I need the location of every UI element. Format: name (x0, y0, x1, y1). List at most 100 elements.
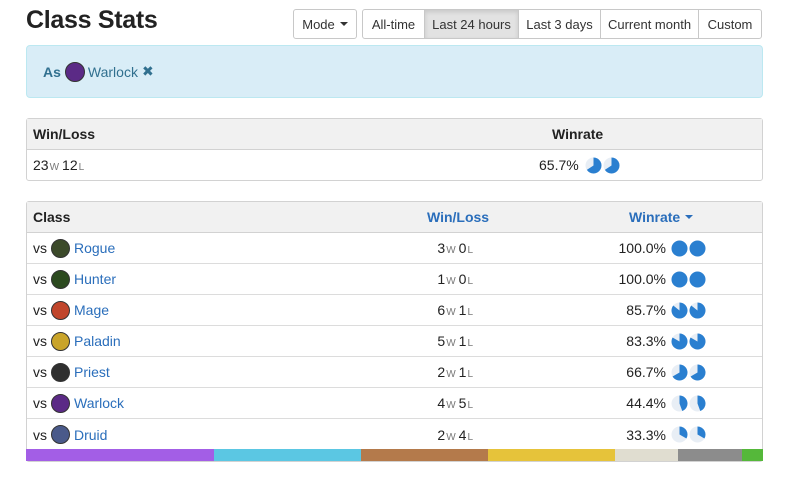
summary-row: 23W 12L 65.7% (27, 150, 762, 180)
distribution-segment (361, 449, 489, 461)
druid-icon (51, 425, 70, 444)
rogue-icon (51, 239, 70, 258)
winloss-cell: 2W 4L (437, 426, 473, 443)
pie-icon (689, 426, 706, 443)
custom-button[interactable]: Custom (698, 9, 762, 39)
priest-icon (51, 363, 70, 382)
remove-filter-icon[interactable]: ✖ (142, 63, 154, 80)
winloss-cell: 3W 0L (437, 240, 473, 256)
pie-icon (671, 426, 688, 443)
vs-label: vs (33, 240, 47, 256)
table-row: vs Rogue 3W 0L 100.0% (27, 233, 762, 264)
last-3-days-button[interactable]: Last 3 days (518, 9, 601, 39)
class-link[interactable]: Priest (74, 364, 110, 380)
summary-winrate: 65.7% (539, 157, 579, 173)
pie-icon (689, 364, 706, 381)
pie-icon (689, 240, 706, 257)
pie-icon (671, 333, 688, 350)
distribution-segment (488, 449, 615, 461)
winrate-pie-icons (671, 333, 706, 350)
vs-label: vs (33, 426, 47, 443)
winloss-cell: 6W 1L (437, 302, 473, 318)
winrate-pie-icons (671, 302, 706, 319)
winloss-cell: 4W 5L (437, 395, 473, 411)
vs-label: vs (33, 395, 47, 411)
paladin-icon (51, 332, 70, 351)
class-table: Class Win/Loss Winrate vs Rogue 3W 0L 100.0%… (26, 201, 763, 462)
pie-icon (671, 240, 688, 257)
winrate-pie-icons (671, 271, 706, 288)
distribution-segment (741, 449, 763, 461)
class-link[interactable]: Mage (74, 302, 109, 318)
pie-icon (671, 364, 688, 381)
table-row: vs Warlock 4W 5L 44.4% (27, 388, 762, 419)
table-row: vs Paladin 5W 1L 83.3% (27, 326, 762, 357)
winrate-pie-icons (671, 395, 706, 412)
vs-label: vs (33, 271, 47, 287)
mode-dropdown-button[interactable]: Mode (293, 9, 357, 39)
distribution-segment (26, 449, 214, 461)
winrate-cell: 100.0% (618, 240, 666, 256)
distribution-segment (614, 449, 679, 461)
table-row: vs Priest 2W 1L 66.7% (27, 357, 762, 388)
summary-panel: Win/Loss Winrate 23W 12L 65.7% (26, 118, 763, 181)
class-link[interactable]: Paladin (74, 333, 121, 349)
pie-icon (689, 302, 706, 319)
winrate-column-header[interactable]: Winrate (629, 209, 694, 225)
page-title: Class Stats (26, 6, 158, 34)
time-range-group: All-time Last 24 hours Last 3 days Curre… (362, 9, 762, 39)
winrate-pie-icons (671, 364, 706, 381)
winloss-cell: 1W 0L (437, 271, 473, 287)
class-column-header: Class (33, 209, 71, 225)
vs-label: vs (33, 364, 47, 380)
winrate-cell: 66.7% (626, 364, 666, 380)
all-time-button[interactable]: All-time (362, 9, 425, 39)
hunter-icon (51, 270, 70, 289)
pie-icon (671, 395, 688, 412)
class-link[interactable]: Warlock (74, 395, 124, 411)
class-link[interactable]: Druid (74, 427, 107, 443)
class-link[interactable]: Rogue (74, 240, 115, 256)
pie-icon (689, 333, 706, 350)
summary-winrate-header: Winrate (552, 126, 604, 142)
filter-prefix: As (43, 63, 61, 80)
winrate-pie-icons (671, 426, 706, 443)
distribution-segment (213, 449, 362, 461)
vs-label: vs (33, 333, 47, 349)
filter-class-name: Warlock (87, 63, 138, 80)
pie-icon (603, 157, 620, 174)
class-distribution-bar (26, 449, 763, 461)
table-row: vs Hunter 1W 0L 100.0% (27, 264, 762, 295)
winloss-cell: 2W 1L (437, 364, 473, 380)
current-month-button[interactable]: Current month (600, 9, 699, 39)
sort-desc-icon (685, 215, 694, 219)
winrate-pie-icons (671, 240, 706, 257)
winrate-cell: 44.4% (626, 395, 666, 411)
warlock-icon (51, 394, 70, 413)
class-filter-banner: As Warlock ✖ (26, 45, 763, 98)
winrate-pie-icons (585, 157, 620, 174)
table-row: vs Druid 2W 4L 33.3% (27, 419, 762, 450)
class-link[interactable]: Hunter (74, 271, 116, 287)
pie-icon (671, 302, 688, 319)
pie-icon (689, 271, 706, 288)
winloss-cell: 5W 1L (437, 333, 473, 349)
distribution-segment (678, 449, 742, 461)
vs-label: vs (33, 302, 47, 318)
summary-winloss: 23W 12L (33, 157, 85, 173)
winloss-column-header[interactable]: Win/Loss (427, 209, 489, 225)
winrate-cell: 85.7% (626, 302, 666, 318)
winrate-cell: 100.0% (618, 271, 666, 287)
warlock-icon (64, 61, 85, 82)
pie-icon (671, 271, 688, 288)
table-row: vs Mage 6W 1L 85.7% (27, 295, 762, 326)
winrate-cell: 83.3% (626, 333, 666, 349)
summary-winloss-header: Win/Loss (33, 126, 96, 142)
chevron-down-icon (339, 22, 348, 26)
mage-icon (51, 301, 70, 320)
pie-icon (689, 395, 706, 412)
winrate-cell: 33.3% (626, 426, 666, 443)
mode-label: Mode (302, 16, 335, 32)
pie-icon (585, 157, 602, 174)
last-24-hours-button[interactable]: Last 24 hours (424, 9, 519, 39)
